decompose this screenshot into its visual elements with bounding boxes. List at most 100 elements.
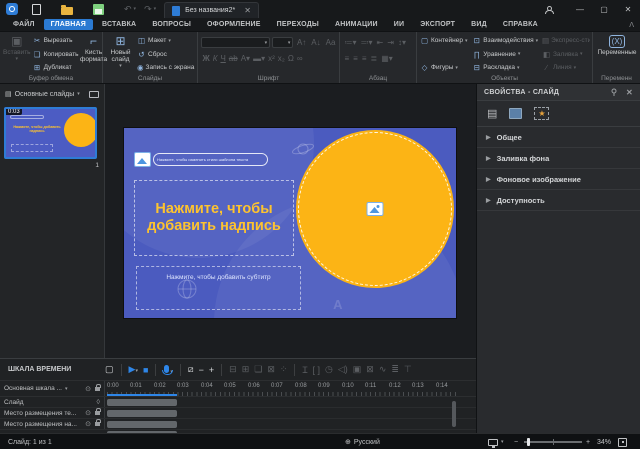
tab-questions[interactable]: ВОПРОСЫ — [145, 19, 198, 30]
font-color-icon[interactable]: А▾ — [239, 54, 251, 63]
tab-ai[interactable]: ИИ — [387, 19, 411, 30]
link-icon[interactable]: ∞ — [295, 54, 304, 63]
maximize-button[interactable]: ▢ — [592, 5, 616, 14]
duration-clock-icon[interactable]: ◷ — [325, 364, 333, 375]
view-mode-selector[interactable]: ▾ — [488, 434, 504, 449]
save-icon[interactable] — [93, 4, 104, 15]
open-folder-icon[interactable] — [61, 7, 73, 15]
font-size-combo[interactable]: ▾ — [272, 37, 293, 48]
section-background-fill[interactable]: ▶Заливка фона — [477, 148, 640, 169]
layout-button[interactable]: ◫Макет▾ — [137, 36, 195, 45]
insert-image-icon[interactable] — [367, 202, 384, 216]
close-tab-icon[interactable]: ✕ — [244, 6, 251, 15]
zoom-in-timeline-icon[interactable]: + — [209, 365, 214, 375]
group-clips-icon[interactable]: ⁘ — [280, 364, 288, 375]
interactions-button[interactable]: ⊡Взаимодействия▾ — [472, 36, 540, 45]
fit-to-window-icon[interactable] — [618, 438, 627, 447]
equation-button[interactable]: ∏Уравнение▾ — [472, 50, 540, 59]
superscript-icon[interactable]: x² — [267, 54, 277, 63]
slide-thumbnail-1[interactable]: Нажмите, чтобы добавить надпись 0:03 — [4, 107, 97, 159]
time-ruler[interactable]: 0:00 0:01 0:02 0:03 0:04 0:05 0:06 0:07 … — [105, 381, 476, 396]
visibility-toggle-icon[interactable]: ⊙ — [85, 409, 91, 417]
arrange-button[interactable]: ⊟Раскладка▾ — [472, 63, 540, 72]
collapse-ribbon-icon[interactable]: ᐱ — [629, 21, 634, 29]
audio-icon[interactable]: ◁) — [338, 364, 348, 375]
waveform-icon[interactable]: ∿ — [379, 364, 387, 375]
decrease-indent-icon[interactable]: ⇤ — [375, 38, 385, 47]
font-name-combo[interactable]: ▾ — [201, 37, 270, 48]
object-properties-tab-icon[interactable] — [509, 108, 522, 119]
lock-toggle-icon[interactable] — [95, 387, 100, 391]
highlight-color-icon[interactable]: ▬▾ — [252, 54, 267, 63]
line-button[interactable]: ∕Линия▾ — [542, 63, 590, 72]
decrease-font-icon[interactable]: А↓ — [310, 38, 322, 47]
close-button[interactable]: ✕ — [616, 5, 640, 14]
subtitle-placeholder[interactable]: Нажмите, чтобы добавить субтитр — [136, 266, 301, 310]
tab-file[interactable]: ФАЙЛ — [6, 19, 42, 30]
snapping-icon[interactable]: ⧄ — [188, 364, 194, 375]
tab-transitions[interactable]: ПЕРЕХОДЫ — [270, 19, 326, 30]
align-right-icon[interactable]: ≡ — [360, 54, 368, 63]
section-background-image[interactable]: ▶Фоновое изображение — [477, 169, 640, 190]
slide-clip-bar[interactable] — [107, 399, 177, 406]
tab-insert[interactable]: ВСТАВКА — [95, 19, 143, 30]
tab-design[interactable]: ОФОРМЛЕНИЕ — [200, 19, 268, 30]
tab-view[interactable]: ВИД — [464, 19, 494, 30]
preview-frame-icon[interactable]: ▢ — [105, 364, 114, 375]
change-case-icon[interactable]: Аа — [324, 38, 337, 47]
symbol-icon[interactable]: Ω — [286, 54, 295, 63]
lock-toggle-icon[interactable] — [95, 422, 100, 426]
placeholder-clip-bar[interactable] — [107, 410, 177, 417]
cut-button[interactable]: ✂Вырезать — [33, 36, 79, 45]
user-account-icon[interactable] — [545, 6, 552, 13]
container-button[interactable]: ▢Контейнер▾ — [420, 36, 470, 45]
placeholder-clip-bar[interactable] — [107, 421, 177, 428]
timeline-scrollbar[interactable] — [452, 401, 456, 427]
increase-indent-icon[interactable]: ⇥ — [386, 38, 396, 47]
zoom-slider-handle[interactable] — [527, 438, 530, 446]
zoom-in-button[interactable]: + — [586, 434, 590, 449]
trim-brackets-icon[interactable]: [ ] — [312, 365, 320, 375]
visibility-toggle-icon[interactable]: ⊙ — [85, 420, 91, 428]
image-clip-icon[interactable]: ▣ — [353, 364, 362, 375]
document-tab[interactable]: Без названия2* ✕ — [164, 2, 259, 18]
variables-button[interactable]: (X) Переменные — [596, 35, 638, 73]
tag-icon[interactable]: ◊ — [97, 399, 100, 406]
increase-font-icon[interactable]: А↑ — [295, 38, 307, 47]
zoom-out-timeline-icon[interactable]: − — [199, 365, 204, 375]
chart-icon[interactable]: ≣ — [391, 364, 399, 375]
shapes-button[interactable]: ◇Фигуры▾ — [420, 63, 470, 72]
slides-panel-title[interactable]: Основные слайды — [15, 91, 75, 98]
slide-properties-tab-icon[interactable]: ▤ — [487, 107, 497, 120]
pin-icon[interactable] — [610, 88, 618, 96]
justify-icon[interactable]: ≣ — [369, 54, 379, 63]
play-button[interactable]: ▶▾ — [129, 364, 138, 375]
zoom-level[interactable]: 34% — [597, 434, 611, 449]
image-placeholder-circle[interactable] — [296, 130, 454, 288]
italic-icon[interactable]: К — [211, 54, 219, 63]
redo-dropdown-icon[interactable]: ▾ — [154, 6, 157, 12]
lock-toggle-icon[interactable] — [95, 411, 100, 415]
redo-icon[interactable]: ↷ — [144, 4, 152, 15]
title-placeholder[interactable]: Нажмите, чтобы добавить надпись — [134, 180, 294, 256]
tab-export[interactable]: ЭКСПОРТ — [413, 19, 462, 30]
shading-icon[interactable]: ▦▾ — [380, 54, 395, 63]
subscript-icon[interactable]: x₂ — [276, 54, 286, 63]
ibeam-cursor-icon[interactable]: Ɪ — [302, 363, 307, 376]
strikethrough-icon[interactable]: ab — [227, 54, 239, 63]
undo-dropdown-icon[interactable]: ▾ — [134, 6, 137, 12]
slides-panel-dropdown-icon[interactable]: ▾ — [77, 91, 80, 97]
delete-clip-icon[interactable]: ⊠ — [267, 364, 275, 375]
zoom-out-button[interactable]: − — [514, 434, 518, 449]
track-main-scale[interactable]: Основная шкала ... ▾ ⊙ — [0, 381, 105, 396]
numbered-list-icon[interactable]: ≕▾ — [359, 38, 374, 47]
screen-record-button[interactable]: ◉Запись с экрана▾ — [137, 63, 195, 72]
effects-properties-tab-icon[interactable]: ★ — [534, 107, 549, 120]
merge-clips-icon[interactable]: ⊞ — [242, 364, 250, 375]
section-accessibility[interactable]: ▶Доступность — [477, 190, 640, 211]
duplicate-button[interactable]: ⊞Дубликат — [33, 63, 79, 72]
zoom-slider[interactable] — [524, 441, 582, 443]
minimize-button[interactable]: — — [568, 5, 592, 14]
split-clip-icon[interactable]: ⊟ — [229, 364, 237, 375]
template-text-placeholder[interactable]: Нажмите, чтобы изменить стили шаблона те… — [134, 152, 268, 167]
